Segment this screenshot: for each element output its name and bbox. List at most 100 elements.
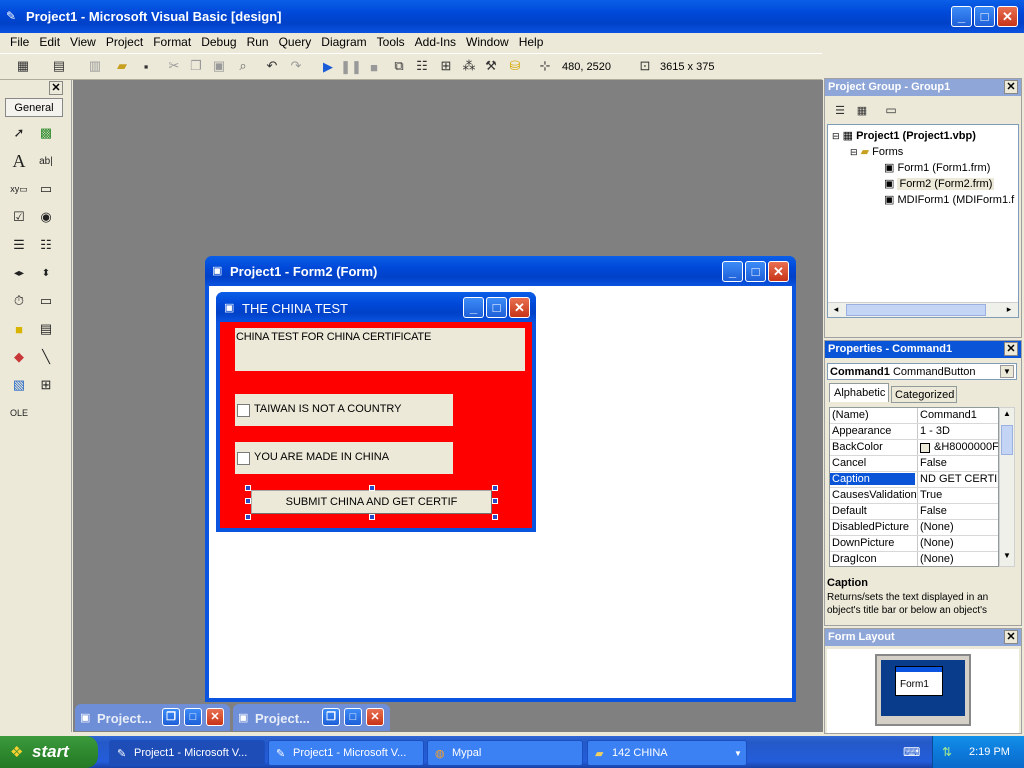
combobox-tool-icon[interactable]: ☰ <box>6 232 32 258</box>
cut-icon[interactable]: ✂ <box>165 57 183 75</box>
china-form-minimize-button[interactable]: _ <box>463 297 484 318</box>
collapse-icon[interactable]: ⊟ <box>832 131 840 141</box>
dirlistbox-tool-icon[interactable]: ■ <box>6 316 32 342</box>
network-icon[interactable]: ⇅ <box>942 745 952 759</box>
start-button[interactable]: ❖ start <box>0 736 98 768</box>
property-row[interactable]: CausesValidation True <box>830 488 998 504</box>
resize-handle[interactable] <box>245 514 251 520</box>
tree-item-form2[interactable]: ▣ Form2 (Form2.frm) <box>884 177 995 190</box>
minimized-window[interactable]: ▣ Project... ❐ □ ✕ <box>75 704 230 731</box>
resize-handle[interactable] <box>492 485 498 491</box>
tree-item-mdiform1[interactable]: ▣ MDIForm1 (MDIForm1.f <box>884 193 1014 206</box>
property-value[interactable]: (None) <box>920 521 998 533</box>
submit-button[interactable]: SUBMIT CHINA AND GET CERTIF <box>251 490 492 514</box>
data-view-icon[interactable]: ⛁ <box>506 57 524 75</box>
tree-item-form1[interactable]: ▣ Form1 (Form1.frm) <box>884 161 990 174</box>
project-tree-hscrollbar[interactable]: ◂ ▸ <box>828 302 1018 317</box>
property-row[interactable]: DisabledPicture (None) <box>830 520 998 536</box>
restore-button[interactable]: ❐ <box>162 708 180 726</box>
toolbox-close-button[interactable]: ✕ <box>49 81 63 95</box>
hscrollbar-tool-icon[interactable]: ◂▸ <box>6 260 32 286</box>
form-layout-icon[interactable]: ⊞ <box>437 57 455 75</box>
close-button[interactable]: ✕ <box>206 708 224 726</box>
resize-handle[interactable] <box>245 498 251 504</box>
add-project-icon[interactable]: ▦ <box>14 57 32 75</box>
made-in-china-checkbox[interactable]: YOU ARE MADE IN CHINA <box>235 442 453 474</box>
textbox-tool-icon[interactable]: ab| <box>33 148 59 174</box>
label-tool-icon[interactable]: A <box>6 148 32 174</box>
timer-tool-icon[interactable]: ⏱ <box>6 288 32 314</box>
menu-file[interactable]: File <box>5 35 34 49</box>
properties-window-icon[interactable]: ☷ <box>413 57 431 75</box>
menu-query[interactable]: Query <box>274 35 317 49</box>
china-form-close-button[interactable]: ✕ <box>509 297 530 318</box>
tab-alphabetic[interactable]: Alphabetic <box>829 383 889 402</box>
taskbar-item[interactable]: ✎ Project1 - Microsoft V... <box>109 740 265 766</box>
tab-categorized[interactable]: Categorized <box>891 386 957 403</box>
redo-icon[interactable]: ↷ <box>287 57 305 75</box>
form2-close-button[interactable]: ✕ <box>768 261 789 282</box>
data-tool-icon[interactable]: ⊞ <box>33 372 59 398</box>
picturebox-tool-icon[interactable]: ▩ <box>33 120 59 146</box>
paste-icon[interactable]: ▣ <box>210 57 228 75</box>
scroll-thumb[interactable] <box>1001 425 1013 455</box>
open-icon[interactable]: ▰ <box>113 57 131 75</box>
drivelistbox-tool-icon[interactable]: ▭ <box>33 288 59 314</box>
form2-maximize-button[interactable]: □ <box>745 261 766 282</box>
scroll-right-icon[interactable]: ▸ <box>1002 304 1016 316</box>
chevron-down-icon[interactable]: ▼ <box>1000 365 1014 378</box>
property-value[interactable]: &H8000000F <box>934 441 998 453</box>
view-code-icon[interactable]: ☰ <box>831 101 849 119</box>
property-value[interactable]: False <box>920 505 998 517</box>
project-explorer-icon[interactable]: ⧉ <box>390 57 408 75</box>
taskbar-item[interactable]: ▰ 142 CHINA ▼ <box>587 740 747 766</box>
property-value[interactable]: (None) <box>920 537 998 549</box>
resize-handle[interactable] <box>369 485 375 491</box>
taiwan-checkbox-box[interactable] <box>237 404 250 417</box>
scroll-thumb[interactable] <box>846 304 986 316</box>
minimize-button[interactable]: _ <box>951 6 972 27</box>
toggle-folders-icon[interactable]: ▭ <box>882 101 900 119</box>
menu-run[interactable]: Run <box>242 35 274 49</box>
scroll-down-icon[interactable]: ▼ <box>1001 551 1013 565</box>
maximize-button[interactable]: □ <box>344 708 362 726</box>
menu-project[interactable]: Project <box>101 35 148 49</box>
close-button[interactable]: ✕ <box>997 6 1018 27</box>
property-row[interactable]: DragIcon (None) <box>830 552 998 566</box>
menu-editor-icon[interactable]: ▥ <box>86 57 104 75</box>
property-value[interactable]: True <box>920 489 998 501</box>
property-row[interactable]: (Name) Command1 <box>830 408 998 424</box>
resize-handle[interactable] <box>369 514 375 520</box>
end-icon[interactable]: ■ <box>365 58 383 76</box>
property-grid-vscrollbar[interactable]: ▲ ▼ <box>999 407 1015 567</box>
keyboard-icon[interactable]: ⌨ <box>903 745 921 759</box>
property-value[interactable]: 1 - 3D <box>920 425 998 437</box>
property-row[interactable]: Appearance 1 - 3D <box>830 424 998 440</box>
form-layout-close-button[interactable]: ✕ <box>1004 630 1018 644</box>
copy-icon[interactable]: ❐ <box>187 57 205 75</box>
view-object-icon[interactable]: ▦ <box>853 101 871 119</box>
properties-close-button[interactable]: ✕ <box>1004 342 1018 356</box>
mini-form[interactable]: Form1 <box>895 666 943 696</box>
toolbox-icon[interactable]: ⚒ <box>482 57 500 75</box>
menu-diagram[interactable]: Diagram <box>316 35 371 49</box>
menu-edit[interactable]: Edit <box>34 35 65 49</box>
property-row[interactable]: DownPicture (None) <box>830 536 998 552</box>
toolbox-tab-general[interactable]: General <box>5 98 63 117</box>
tree-item-project[interactable]: ⊟ ▦ Project1 (Project1.vbp) <box>832 129 976 142</box>
menu-view[interactable]: View <box>65 35 101 49</box>
restore-button[interactable]: ❐ <box>322 708 340 726</box>
resize-handle[interactable] <box>492 514 498 520</box>
undo-icon[interactable]: ↶ <box>263 57 281 75</box>
object-selector[interactable]: Command1 CommandButton ▼ <box>827 363 1017 380</box>
listbox-tool-icon[interactable]: ☷ <box>33 232 59 258</box>
ole-tool-icon[interactable]: OLE <box>6 400 32 426</box>
taskbar-item[interactable]: ◍ Mypal <box>427 740 583 766</box>
maximize-button[interactable]: □ <box>184 708 202 726</box>
taskbar-item[interactable]: ✎ Project1 - Microsoft V... <box>268 740 424 766</box>
maximize-button[interactable]: □ <box>974 6 995 27</box>
resize-handle[interactable] <box>492 498 498 504</box>
property-row[interactable]: Caption ND GET CERTIF <box>830 472 998 488</box>
pointer-tool-icon[interactable]: ➚ <box>6 120 32 146</box>
property-value[interactable]: (None) <box>920 553 998 565</box>
